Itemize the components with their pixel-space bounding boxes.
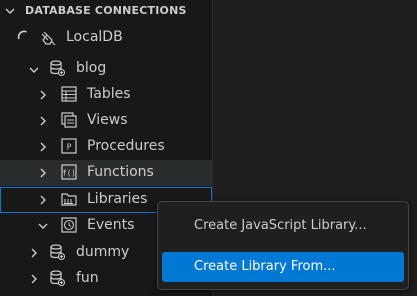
- chevron-right-icon: [40, 116, 46, 126]
- plug-icon: [41, 31, 56, 46]
- menu-item-label: Create Library From...: [194, 259, 336, 274]
- tree-item-label: Procedures: [87, 138, 165, 154]
- section-header[interactable]: DATABASE CONNECTIONS: [0, 0, 212, 22]
- svg-text:P: P: [67, 143, 72, 152]
- tree-item-database-blog[interactable]: blog: [0, 56, 212, 82]
- context-menu: Create JavaScript Library... Create Libr…: [157, 201, 409, 290]
- tree-item-tables[interactable]: Tables: [0, 82, 212, 108]
- chevron-down-icon: [38, 223, 48, 229]
- svg-text:f(): f(): [62, 169, 76, 178]
- clock-icon: [61, 217, 77, 233]
- tree-item-label: Views: [87, 112, 128, 128]
- menu-item-create-javascript-library[interactable]: Create JavaScript Library...: [162, 211, 404, 241]
- chevron-right-icon: [40, 90, 46, 100]
- chevron-right-icon: [40, 195, 46, 205]
- chevron-down-icon: [29, 67, 39, 73]
- chevron-right-icon: [31, 248, 37, 258]
- database-label: fun: [76, 270, 99, 286]
- tree-item-label: Functions: [87, 164, 154, 180]
- database-icon: [50, 60, 66, 77]
- database-label: dummy: [76, 244, 130, 260]
- database-icon: [50, 270, 66, 287]
- tree-item-procedures[interactable]: P Procedures: [0, 134, 212, 160]
- tree-item-label: Events: [87, 217, 135, 233]
- menu-item-create-library-from[interactable]: Create Library From...: [162, 252, 404, 282]
- procedure-icon: P: [61, 138, 77, 154]
- table-icon: [61, 86, 77, 102]
- library-icon: [61, 193, 77, 206]
- section-title: DATABASE CONNECTIONS: [25, 4, 187, 17]
- menu-item-label: Create JavaScript Library...: [194, 218, 367, 233]
- tree-item-label: Tables: [87, 86, 131, 102]
- chevron-right-icon: [40, 142, 46, 152]
- connection-label: LocalDB: [66, 29, 123, 45]
- tree-item-connection[interactable]: LocalDB: [0, 25, 212, 51]
- view-icon: [61, 112, 77, 128]
- tree-item-label: Libraries: [87, 191, 148, 207]
- loading-spinner-icon: [17, 30, 27, 40]
- chevron-down-icon: [5, 8, 15, 14]
- database-label: blog: [76, 60, 107, 76]
- chevron-right-icon: [31, 274, 37, 284]
- database-icon: [50, 244, 66, 261]
- chevron-right-icon: [40, 168, 46, 178]
- tree-item-views[interactable]: Views: [0, 108, 212, 134]
- tree-item-functions[interactable]: f() Functions: [0, 160, 212, 186]
- function-icon: f(): [61, 164, 77, 180]
